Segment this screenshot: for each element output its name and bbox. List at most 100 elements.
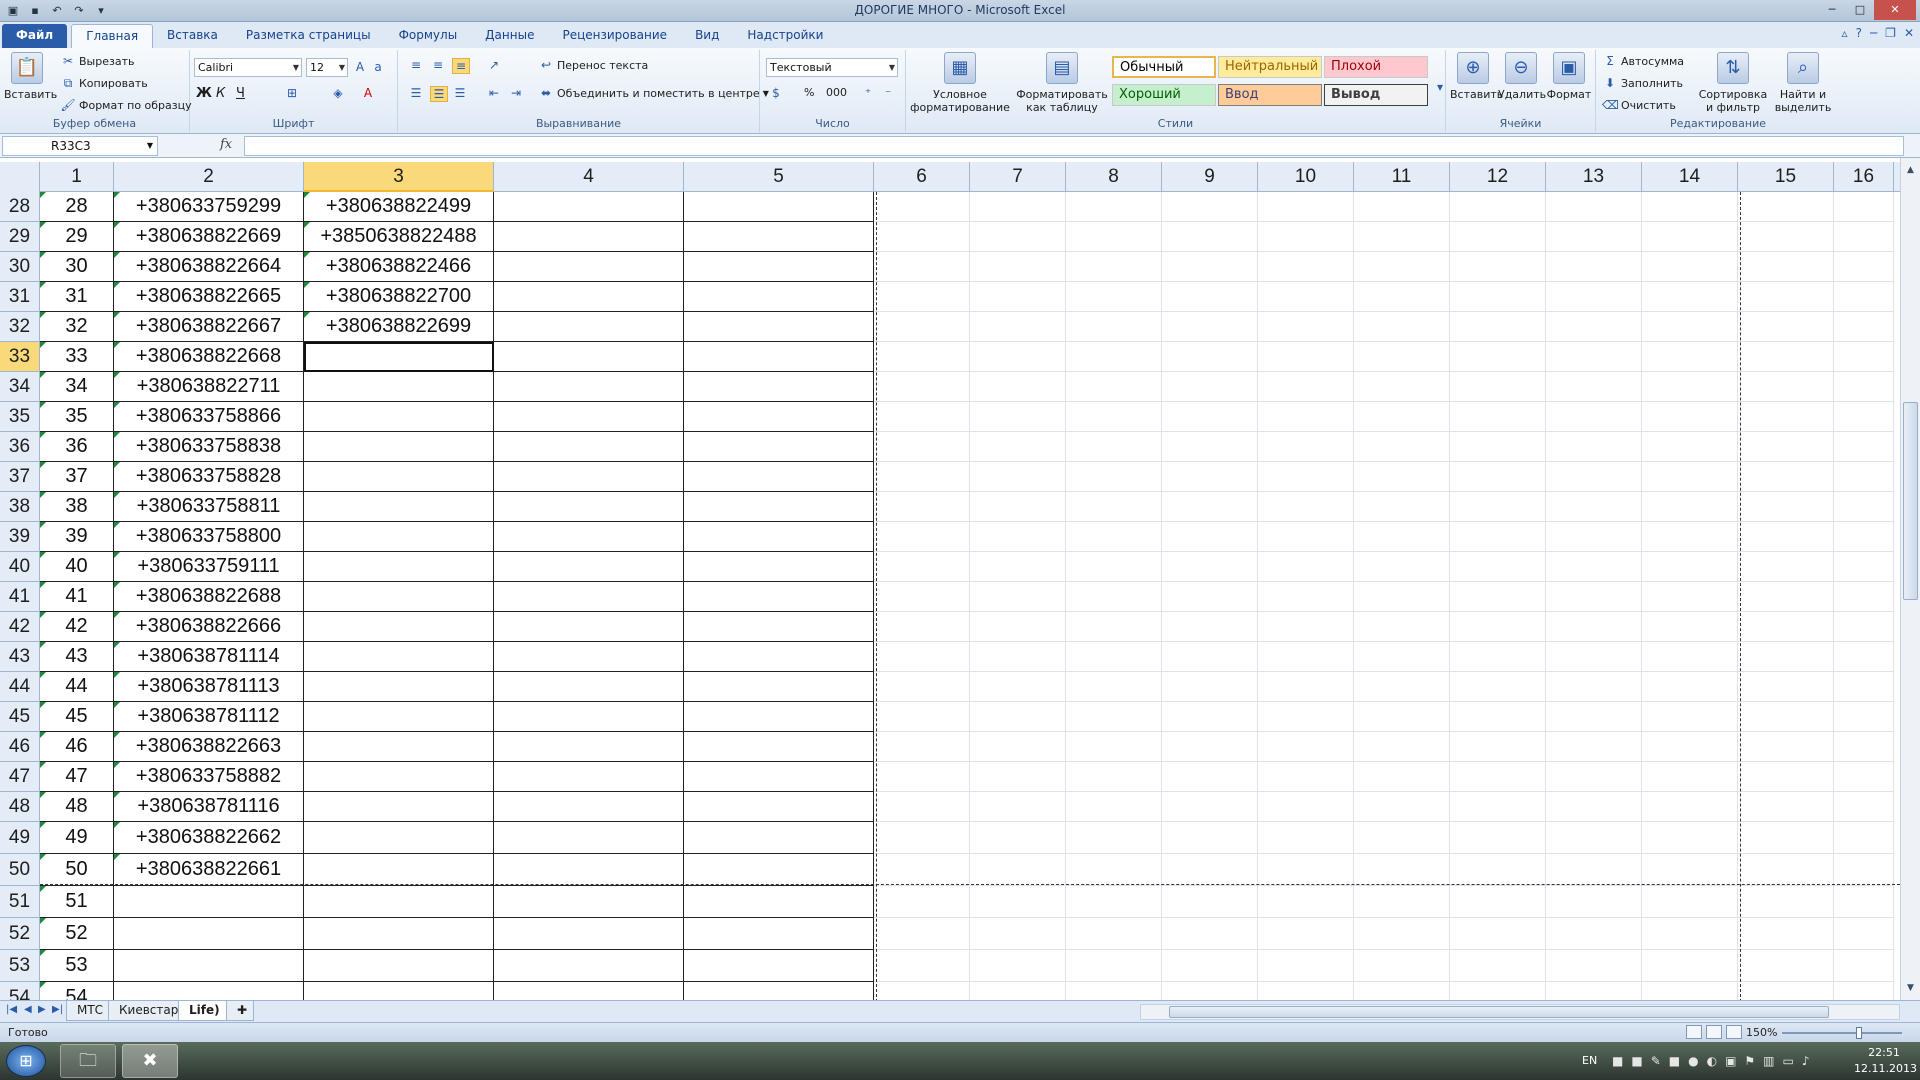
cell[interactable] xyxy=(1258,192,1354,222)
cell[interactable] xyxy=(1258,222,1354,252)
cell[interactable] xyxy=(1738,982,1834,1002)
cell[interactable] xyxy=(970,854,1066,886)
column-header-11[interactable]: 11 xyxy=(1354,162,1450,192)
cell[interactable] xyxy=(874,886,970,918)
zoom-level[interactable]: 150% xyxy=(1746,1026,1777,1039)
cell[interactable] xyxy=(1546,222,1642,252)
explorer-folder-icon[interactable]: 🗀 xyxy=(60,1044,116,1078)
cell[interactable]: 43 xyxy=(40,642,114,672)
sheet-tab-mts[interactable]: МТС xyxy=(66,1001,115,1021)
cell[interactable] xyxy=(1162,672,1258,702)
cell[interactable] xyxy=(874,372,970,402)
column-header-13[interactable]: 13 xyxy=(1546,162,1642,192)
cell[interactable]: 36 xyxy=(40,432,114,462)
cell[interactable] xyxy=(1066,612,1162,642)
cell[interactable] xyxy=(1834,342,1894,372)
cell[interactable] xyxy=(874,432,970,462)
column-header-9[interactable]: 9 xyxy=(1162,162,1258,192)
cell[interactable]: 48 xyxy=(40,792,114,822)
row-header[interactable]: 43 xyxy=(0,642,40,672)
cell[interactable] xyxy=(874,552,970,582)
cell[interactable] xyxy=(1258,612,1354,642)
cell[interactable] xyxy=(494,312,684,342)
cell[interactable] xyxy=(1834,950,1894,982)
cell[interactable] xyxy=(1066,642,1162,672)
column-header-15[interactable]: 15 xyxy=(1738,162,1834,192)
cell[interactable] xyxy=(1258,282,1354,312)
cell[interactable] xyxy=(1642,252,1738,282)
cell[interactable] xyxy=(1834,822,1894,854)
cell[interactable]: 32 xyxy=(40,312,114,342)
cell[interactable] xyxy=(494,732,684,762)
cell[interactable] xyxy=(304,642,494,672)
row-header[interactable]: 47 xyxy=(0,762,40,792)
style-normal[interactable]: Обычный xyxy=(1112,56,1216,78)
cell[interactable] xyxy=(1642,462,1738,492)
cell[interactable] xyxy=(1834,492,1894,522)
cell[interactable]: 44 xyxy=(40,672,114,702)
page-break-view-icon[interactable] xyxy=(1726,1025,1742,1039)
cell[interactable] xyxy=(1450,282,1546,312)
cell[interactable]: 29 xyxy=(40,222,114,252)
cell[interactable] xyxy=(874,342,970,372)
cell[interactable] xyxy=(1546,462,1642,492)
cell[interactable] xyxy=(1258,342,1354,372)
cell[interactable] xyxy=(684,192,874,222)
grow-font-button[interactable]: A xyxy=(352,60,368,74)
cell[interactable] xyxy=(1354,854,1450,886)
style-good[interactable]: Хороший xyxy=(1112,84,1216,106)
column-header-14[interactable]: 14 xyxy=(1642,162,1738,192)
cell[interactable] xyxy=(1450,552,1546,582)
tray-flag-icon[interactable]: ⚑ xyxy=(1744,1054,1755,1068)
cell[interactable]: 50 xyxy=(40,854,114,886)
cell[interactable] xyxy=(1738,950,1834,982)
cell[interactable] xyxy=(1642,642,1738,672)
cell[interactable] xyxy=(970,312,1066,342)
percent-format-button[interactable]: % xyxy=(804,86,814,99)
paste-button[interactable]: 📋 Вставить xyxy=(4,52,57,101)
cell[interactable]: +380638822669 xyxy=(114,222,304,252)
style-neutral[interactable]: Нейтральный xyxy=(1218,56,1322,78)
cell[interactable] xyxy=(1834,552,1894,582)
cell[interactable] xyxy=(1258,762,1354,792)
cell[interactable] xyxy=(970,918,1066,950)
cell[interactable] xyxy=(970,492,1066,522)
cell[interactable]: 34 xyxy=(40,372,114,402)
increase-decimal-button[interactable]: ⁺ xyxy=(860,86,876,100)
maximize-icon[interactable]: □ xyxy=(1846,0,1874,20)
cell[interactable]: +380638781114 xyxy=(114,642,304,672)
cell[interactable] xyxy=(1066,950,1162,982)
cell[interactable] xyxy=(1450,432,1546,462)
first-sheet-icon[interactable]: |◀ xyxy=(6,1004,17,1015)
orientation-button[interactable]: ↗ xyxy=(486,58,502,72)
cell[interactable] xyxy=(494,918,684,950)
cell[interactable] xyxy=(114,950,304,982)
cell[interactable] xyxy=(1258,732,1354,762)
cell[interactable] xyxy=(1546,192,1642,222)
cell[interactable] xyxy=(1258,950,1354,982)
row-header[interactable]: 36 xyxy=(0,432,40,462)
cell[interactable] xyxy=(1738,822,1834,854)
cell[interactable] xyxy=(684,342,874,372)
cell[interactable]: +380638822663 xyxy=(114,732,304,762)
prev-sheet-icon[interactable]: ◀ xyxy=(24,1004,32,1015)
cell[interactable] xyxy=(874,312,970,342)
cell[interactable] xyxy=(1354,312,1450,342)
tab-view[interactable]: Вид xyxy=(681,24,733,48)
cell[interactable]: +380633759111 xyxy=(114,552,304,582)
column-header-4[interactable]: 4 xyxy=(494,162,684,192)
cell[interactable] xyxy=(304,822,494,854)
cell[interactable] xyxy=(1258,462,1354,492)
cell[interactable]: +380633758800 xyxy=(114,522,304,552)
cell[interactable] xyxy=(1162,886,1258,918)
cell[interactable] xyxy=(970,822,1066,854)
cell[interactable] xyxy=(1354,432,1450,462)
next-sheet-icon[interactable]: ▶ xyxy=(38,1004,46,1015)
cell[interactable] xyxy=(970,402,1066,432)
cell[interactable] xyxy=(1450,982,1546,1002)
cell[interactable]: 30 xyxy=(40,252,114,282)
cell[interactable]: +380638822668 xyxy=(114,342,304,372)
cell[interactable] xyxy=(970,982,1066,1002)
cell[interactable] xyxy=(1162,702,1258,732)
cell[interactable] xyxy=(1642,612,1738,642)
